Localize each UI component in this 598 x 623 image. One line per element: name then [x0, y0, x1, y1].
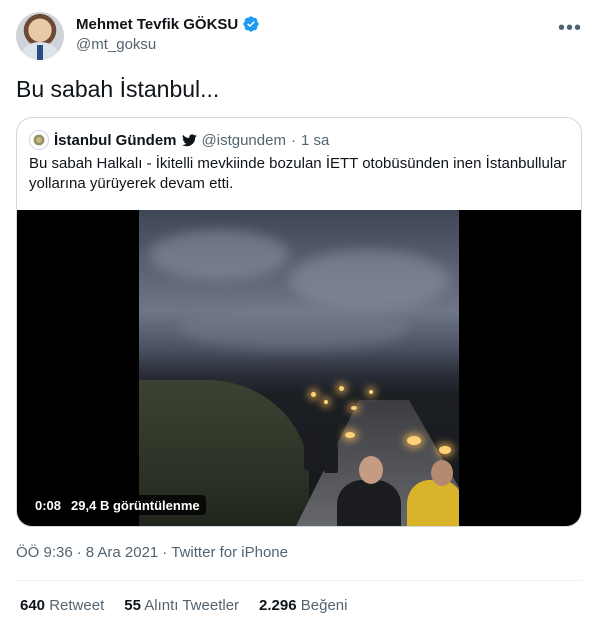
stat-count: 640: [20, 597, 46, 614]
author-name[interactable]: Mehmet Tevfik GÖKSU: [76, 16, 238, 33]
author-info: Mehmet Tevfik GÖKSU @mt_goksu: [76, 15, 260, 53]
author-avatar[interactable]: [16, 12, 64, 60]
stat-count: 2.296: [259, 597, 297, 614]
pedestrian: [337, 480, 401, 526]
stat-count: 55: [124, 597, 141, 614]
pedestrian-head: [431, 460, 453, 486]
quote-separator: ·: [290, 131, 296, 149]
street-light: [351, 406, 357, 410]
video-duration: 0:08: [35, 497, 62, 513]
cloud: [179, 305, 409, 350]
meta-separator: ·: [162, 544, 168, 561]
tweet-text: Bu sabah İstanbul...: [16, 76, 220, 102]
divider: [16, 580, 582, 581]
quoted-tweet[interactable]: İstanbul Gündem @istgundem · 1 sa Bu sab…: [16, 117, 582, 527]
street-light: [369, 390, 373, 394]
pedestrian-yellow-jacket: [407, 480, 459, 526]
cloud: [149, 230, 289, 280]
video-player[interactable]: 0:08 29,4 B görüntülenme: [17, 210, 581, 526]
stat-quote-tweets[interactable]: 55 Alıntı Tweetler: [124, 597, 239, 614]
quote-author-handle: @istgundem: [201, 131, 286, 149]
video-frame: [139, 210, 459, 526]
stat-label: Alıntı Tweetler: [144, 597, 240, 614]
verified-badge-icon: [243, 16, 259, 32]
car-headlight: [407, 436, 421, 445]
cloud: [289, 250, 449, 310]
street-light: [339, 386, 344, 391]
tweet-source[interactable]: Twitter for iPhone: [171, 544, 288, 561]
tweet-time[interactable]: ÖÖ 9:36: [16, 544, 73, 561]
car-headlight: [439, 446, 451, 454]
stat-retweets[interactable]: 640 Retweet: [20, 597, 104, 614]
quote-avatar-logo: [33, 134, 45, 146]
street-light: [311, 392, 316, 397]
quote-text: Bu sabah Halkalı - İkitelli mevkiinde bo…: [29, 155, 567, 192]
avatar-tie: [37, 45, 43, 60]
video-views: 29,4 B görüntülenme: [71, 497, 200, 513]
meta-separator: ·: [76, 544, 82, 561]
bus-light: [345, 432, 355, 438]
quote-author-name: İstanbul Gündem: [54, 131, 177, 149]
more-options-button[interactable]: •••: [558, 16, 582, 40]
quote-avatar: [29, 130, 49, 150]
pedestrian: [324, 435, 338, 473]
tweet-stats: 640 Retweet 55 Alıntı Tweetler 2.296 Beğ…: [20, 597, 347, 614]
stat-label: Beğeni: [300, 597, 348, 614]
author-name-row: Mehmet Tevfik GÖKSU: [76, 15, 260, 33]
more-options-icon: •••: [558, 16, 583, 39]
author-handle[interactable]: @mt_goksu: [76, 36, 260, 53]
quote-header: İstanbul Gündem @istgundem · 1 sa: [29, 130, 329, 150]
pedestrian: [304, 430, 318, 470]
pedestrian-head: [359, 456, 383, 484]
video-info-badge: 0:08 29,4 B görüntülenme: [29, 495, 206, 515]
twitter-bird-icon: [181, 133, 197, 146]
tweet-detail: Mehmet Tevfik GÖKSU @mt_goksu ••• Bu sab…: [0, 0, 598, 623]
stat-likes[interactable]: 2.296 Beğeni: [259, 597, 347, 614]
tweet-meta: ÖÖ 9:36 · 8 Ara 2021 · Twitter for iPhon…: [16, 544, 288, 561]
tweet-date[interactable]: 8 Ara 2021: [86, 544, 159, 561]
stat-label: Retweet: [49, 597, 105, 614]
quote-time: 1 sa: [300, 131, 330, 149]
street-light: [324, 400, 328, 404]
